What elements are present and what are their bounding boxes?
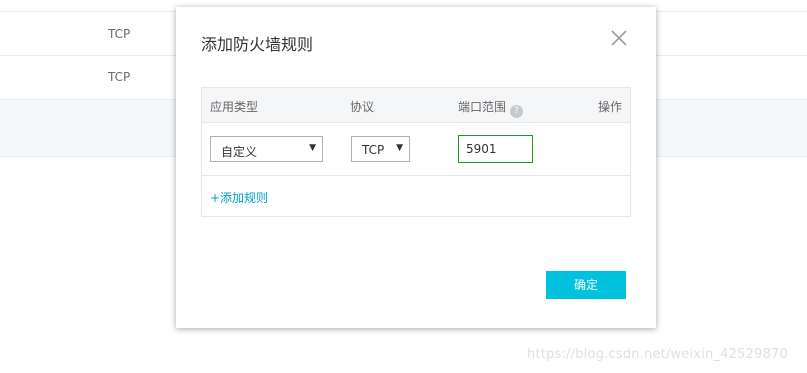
- chevron-down-icon: ▼: [309, 143, 316, 153]
- port-range-input[interactable]: [458, 135, 533, 163]
- header-port-range: 端口范围?: [458, 98, 524, 118]
- confirm-button[interactable]: 确定: [546, 271, 626, 299]
- protocol-cell: TCP: [108, 27, 131, 41]
- dialog-title: 添加防火墙规则: [201, 35, 314, 54]
- app-type-select[interactable]: 自定义 ▼: [210, 136, 323, 162]
- header-actions: 操作: [598, 100, 623, 114]
- help-icon[interactable]: ?: [510, 105, 524, 118]
- protocol-select[interactable]: TCP ▼: [351, 136, 410, 162]
- table-header: 应用类型 协议 端口范围? 操作: [202, 88, 630, 123]
- header-app-type: 应用类型: [210, 100, 259, 114]
- header-port-range-label: 端口范围: [458, 100, 507, 114]
- header-protocol: 协议: [350, 100, 375, 114]
- app-type-value: 自定义: [221, 145, 258, 159]
- watermark: https://blog.csdn.net/weixin_42529870: [527, 347, 788, 362]
- close-icon[interactable]: [610, 29, 628, 47]
- protocol-value: TCP: [362, 143, 385, 157]
- add-rule-link[interactable]: +添加规则: [210, 189, 268, 206]
- protocol-cell: TCP: [108, 70, 131, 84]
- rules-table: 应用类型 协议 端口范围? 操作 自定义 ▼ TCP ▼ +添加规则: [201, 87, 631, 217]
- table-row: 自定义 ▼ TCP ▼: [202, 123, 630, 176]
- add-firewall-rule-dialog: 添加防火墙规则 应用类型 协议 端口范围? 操作 自定义 ▼ TCP ▼ +添加…: [176, 7, 656, 328]
- chevron-down-icon: ▼: [396, 143, 403, 153]
